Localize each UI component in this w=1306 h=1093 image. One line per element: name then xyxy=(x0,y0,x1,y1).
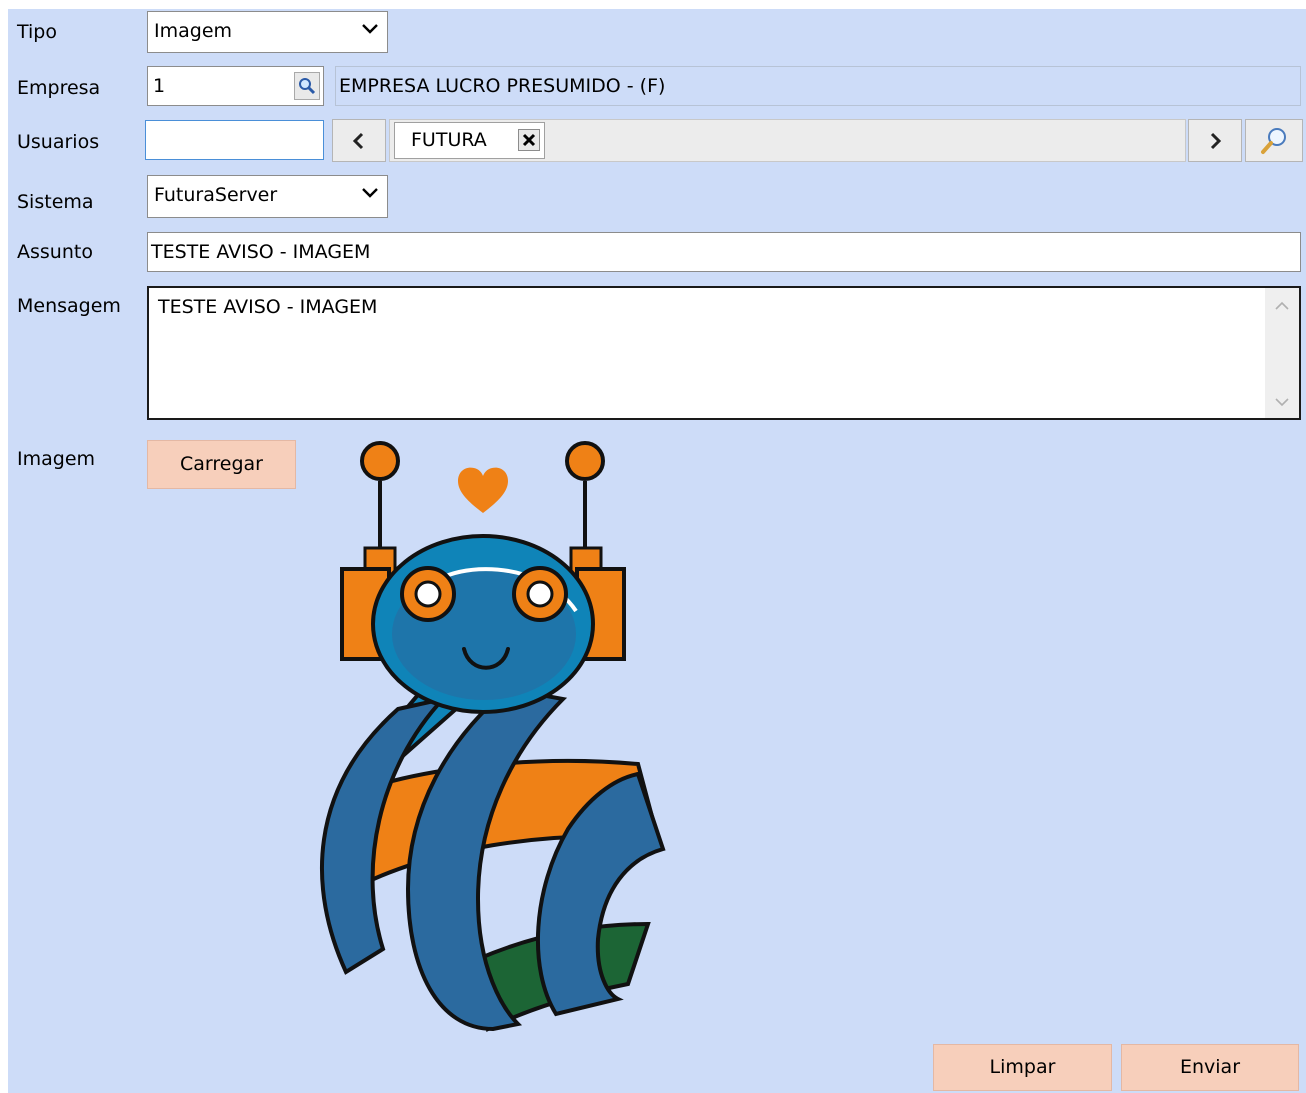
usuarios-prev-button[interactable] xyxy=(332,119,386,162)
assunto-value: TESTE AVISO - IMAGEM xyxy=(151,241,371,263)
usuarios-label: Usuarios xyxy=(17,131,100,153)
magnifier-icon xyxy=(1261,127,1286,154)
sistema-select[interactable]: FuturaServer xyxy=(147,175,388,218)
usuarios-next-button[interactable] xyxy=(1188,119,1242,162)
chevron-down-icon xyxy=(362,24,378,34)
search-icon[interactable] xyxy=(294,72,320,100)
close-icon[interactable] xyxy=(518,129,540,151)
empresa-code-field[interactable]: 1 xyxy=(147,66,324,106)
scroll-down-icon[interactable] xyxy=(1265,390,1299,414)
tipo-value: Imagem xyxy=(154,20,233,42)
mensagem-value: TESTE AVISO - IMAGEM xyxy=(158,296,378,318)
enviar-button[interactable]: Enviar xyxy=(1121,1044,1299,1091)
empresa-name-field: EMPRESA LUCRO PRESUMIDO - (F) xyxy=(335,66,1301,106)
tipo-label: Tipo xyxy=(17,21,57,43)
limpar-button[interactable]: Limpar xyxy=(933,1044,1112,1091)
assunto-input[interactable]: TESTE AVISO - IMAGEM xyxy=(147,232,1301,272)
empresa-code: 1 xyxy=(153,75,166,97)
aviso-form: Tipo Imagem Empresa 1 EMPRESA LUCRO PRES… xyxy=(8,9,1306,1093)
usuarios-input[interactable] xyxy=(145,120,324,160)
user-tag-label: FUTURA xyxy=(411,129,487,151)
usuarios-tags-area: FUTURA xyxy=(389,119,1186,162)
chevron-left-icon xyxy=(352,132,364,149)
mensagem-label: Mensagem xyxy=(17,295,121,317)
empresa-label: Empresa xyxy=(17,77,101,99)
usuarios-search-button[interactable] xyxy=(1245,119,1303,162)
sistema-label: Sistema xyxy=(17,191,94,213)
assunto-label: Assunto xyxy=(17,241,93,263)
carregar-button[interactable]: Carregar xyxy=(147,440,296,489)
imagem-label: Imagem xyxy=(17,448,96,470)
sistema-value: FuturaServer xyxy=(154,184,278,206)
scroll-up-icon[interactable] xyxy=(1265,294,1299,318)
mensagem-scrollbar[interactable] xyxy=(1265,288,1299,418)
chevron-right-icon xyxy=(1210,132,1222,149)
user-tag: FUTURA xyxy=(394,122,545,159)
tipo-select[interactable]: Imagem xyxy=(147,11,388,53)
chevron-down-icon xyxy=(362,188,378,198)
mensagem-textarea[interactable]: TESTE AVISO - IMAGEM xyxy=(147,286,1301,420)
robot-image xyxy=(319,441,666,1033)
empresa-name: EMPRESA LUCRO PRESUMIDO - (F) xyxy=(339,75,666,97)
